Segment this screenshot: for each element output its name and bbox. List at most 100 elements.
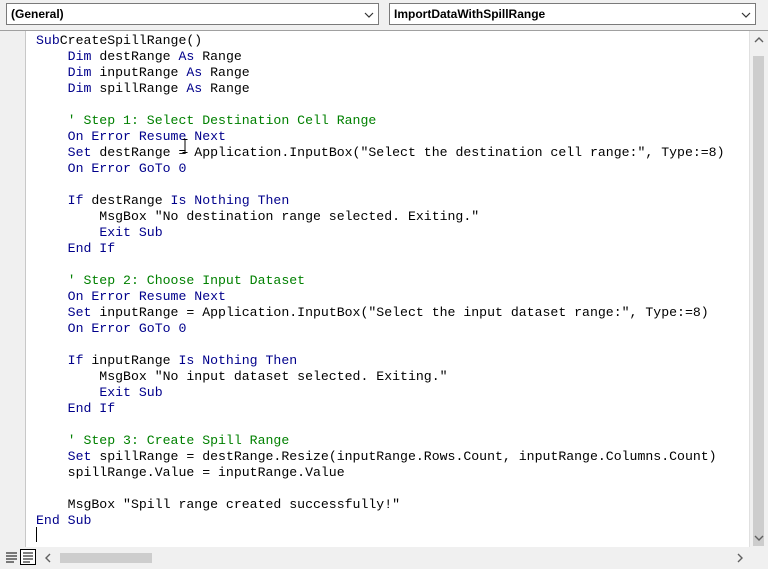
keyword-token: As bbox=[178, 49, 195, 64]
keyword-token: End Sub bbox=[36, 513, 92, 528]
code-line[interactable]: If inputRange Is Nothing Then bbox=[36, 353, 725, 369]
code-line[interactable]: SubCreateSpillRange() bbox=[36, 33, 725, 49]
code-line[interactable] bbox=[36, 529, 725, 545]
code-line[interactable]: End Sub bbox=[36, 513, 725, 529]
code-token: inputRange bbox=[83, 353, 179, 368]
code-token: CreateSpillRange() bbox=[59, 33, 203, 48]
code-pane[interactable]: SubCreateSpillRange() Dim destRange As R… bbox=[0, 30, 768, 569]
code-line[interactable]: MsgBox "No destination range selected. E… bbox=[36, 209, 725, 225]
code-line[interactable]: Exit Sub bbox=[36, 385, 725, 401]
keyword-token: Set bbox=[67, 145, 92, 160]
code-line[interactable]: Set inputRange = Application.InputBox("S… bbox=[36, 305, 725, 321]
keyword-token: Dim bbox=[67, 65, 92, 80]
keyword-token: Exit Sub bbox=[99, 225, 163, 240]
procedure-combobox[interactable]: ImportDataWithSpillRange bbox=[389, 3, 756, 25]
code-line[interactable]: End If bbox=[36, 401, 725, 417]
keyword-token: Set bbox=[67, 449, 92, 464]
keyword-token: On Error Resume Next bbox=[67, 289, 226, 304]
code-line[interactable]: On Error GoTo 0 bbox=[36, 161, 725, 177]
dropdown-arrow-icon[interactable] bbox=[363, 9, 375, 21]
vertical-scrollbar-thumb[interactable] bbox=[753, 56, 764, 546]
code-line[interactable] bbox=[36, 97, 725, 113]
horizontal-scrollbar-thumb[interactable] bbox=[60, 553, 152, 563]
horizontal-scrollbar[interactable] bbox=[40, 549, 748, 567]
code-line[interactable] bbox=[36, 337, 725, 353]
full-module-view-icon[interactable] bbox=[20, 549, 36, 565]
ibeam-cursor-icon bbox=[182, 139, 188, 153]
comment-token: ' Step 1: Select Destination Cell Range bbox=[36, 113, 377, 128]
code-line[interactable] bbox=[36, 177, 725, 193]
code-line[interactable]: Set destRange = Application.InputBox("Se… bbox=[36, 145, 725, 161]
keyword-token: As bbox=[186, 65, 203, 80]
code-line[interactable] bbox=[36, 417, 725, 433]
keyword-token: Sub bbox=[36, 33, 60, 48]
code-token: Range bbox=[202, 81, 250, 96]
keyword-token: Dim bbox=[67, 81, 92, 96]
bottom-bar bbox=[0, 547, 768, 569]
code-token: spillRange bbox=[91, 81, 187, 96]
code-line[interactable]: MsgBox "Spill range created successfully… bbox=[36, 497, 725, 513]
code-line[interactable]: If destRange Is Nothing Then bbox=[36, 193, 725, 209]
code-token: spillRange = destRange.Resize(inputRange… bbox=[91, 449, 717, 464]
code-line[interactable] bbox=[36, 257, 725, 273]
code-line[interactable]: On Error Resume Next bbox=[36, 129, 725, 145]
scrollbar-corner bbox=[749, 547, 768, 569]
code-line[interactable]: spillRange.Value = inputRange.Value bbox=[36, 465, 725, 481]
object-combobox-value: (General) bbox=[11, 7, 64, 21]
keyword-token: If bbox=[67, 193, 84, 208]
code-line[interactable]: ' Step 1: Select Destination Cell Range bbox=[36, 113, 725, 129]
code-line[interactable]: MsgBox "No input dataset selected. Exiti… bbox=[36, 369, 725, 385]
code-line[interactable]: Set spillRange = destRange.Resize(inputR… bbox=[36, 449, 725, 465]
code-line[interactable]: On Error Resume Next bbox=[36, 289, 725, 305]
keyword-token: Set bbox=[67, 305, 92, 320]
code-line[interactable]: ' Step 2: Choose Input Dataset bbox=[36, 273, 725, 289]
margin-indicator-bar[interactable] bbox=[0, 31, 26, 547]
keyword-token: End If bbox=[67, 401, 116, 416]
code-token: MsgBox "No destination range selected. E… bbox=[36, 209, 480, 224]
code-line[interactable]: End If bbox=[36, 241, 725, 257]
keyword-token: If bbox=[67, 353, 84, 368]
dropdown-arrow-icon[interactable] bbox=[740, 9, 752, 21]
code-editor[interactable]: SubCreateSpillRange() Dim destRange As R… bbox=[36, 33, 725, 545]
code-line[interactable] bbox=[36, 481, 725, 497]
code-token: inputRange = Application.InputBox("Selec… bbox=[91, 305, 709, 320]
scroll-left-icon[interactable] bbox=[40, 549, 56, 567]
keyword-token: End If bbox=[67, 241, 116, 256]
code-line[interactable]: Dim inputRange As Range bbox=[36, 65, 725, 81]
code-window-toolbar: (General) ImportDataWithSpillRange bbox=[0, 0, 768, 30]
object-combobox[interactable]: (General) bbox=[6, 3, 379, 25]
scroll-down-icon[interactable] bbox=[750, 529, 768, 547]
keyword-token: Is Nothing Then bbox=[170, 193, 290, 208]
scroll-right-icon[interactable] bbox=[732, 549, 748, 567]
code-line[interactable]: Dim spillRange As Range bbox=[36, 81, 725, 97]
vertical-scrollbar[interactable] bbox=[749, 31, 768, 547]
code-line[interactable]: On Error GoTo 0 bbox=[36, 321, 725, 337]
code-line[interactable]: Exit Sub bbox=[36, 225, 725, 241]
text-caret bbox=[36, 527, 37, 542]
scroll-up-icon[interactable] bbox=[750, 31, 768, 49]
code-line[interactable]: Dim destRange As Range bbox=[36, 49, 725, 65]
keyword-token: Dim bbox=[67, 49, 92, 64]
procedure-view-icon[interactable] bbox=[4, 549, 20, 565]
code-line[interactable]: ' Step 3: Create Spill Range bbox=[36, 433, 725, 449]
procedure-combobox-value: ImportDataWithSpillRange bbox=[394, 7, 546, 21]
code-token: spillRange.Value = inputRange.Value bbox=[36, 465, 345, 480]
keyword-token: On Error Resume Next bbox=[67, 129, 226, 144]
keyword-token: Is Nothing Then bbox=[178, 353, 298, 368]
keyword-token: As bbox=[186, 81, 203, 96]
code-token: MsgBox "Spill range created successfully… bbox=[36, 497, 401, 512]
code-token: destRange bbox=[83, 193, 171, 208]
code-token: destRange bbox=[91, 49, 179, 64]
code-token: Range bbox=[194, 49, 242, 64]
